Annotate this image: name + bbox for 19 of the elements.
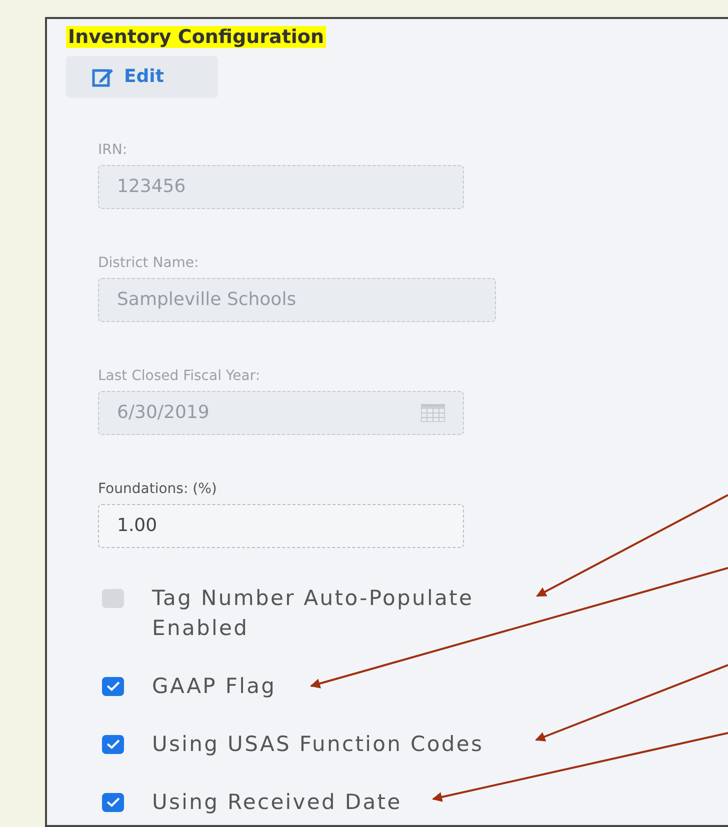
checkbox-label: Tag Number Auto-Populate Enabled [152,584,475,642]
field-label: IRN: [98,140,128,160]
checkbox[interactable] [102,734,124,754]
input-field[interactable]: 1.00 [98,504,464,548]
edit-button[interactable]: Edit [66,56,218,98]
checkbox-label: Using USAS Function Codes [152,730,484,758]
checkbox-label: GAAP Flag [152,672,276,700]
check-icon [106,797,120,807]
edit-icon [92,66,114,86]
field-label: District Name: [98,254,199,272]
checkbox-label: Using Received Date [152,788,402,816]
checkbox[interactable] [102,676,124,696]
panel-title: Inventory Configuration [66,26,326,48]
check-icon [106,681,120,691]
checkbox[interactable] [102,588,124,608]
field-label: Foundations: (%) [98,480,217,498]
field-label: Last Closed Fiscal Year: [98,366,260,386]
checkbox[interactable] [102,792,124,812]
check-icon [106,739,120,749]
